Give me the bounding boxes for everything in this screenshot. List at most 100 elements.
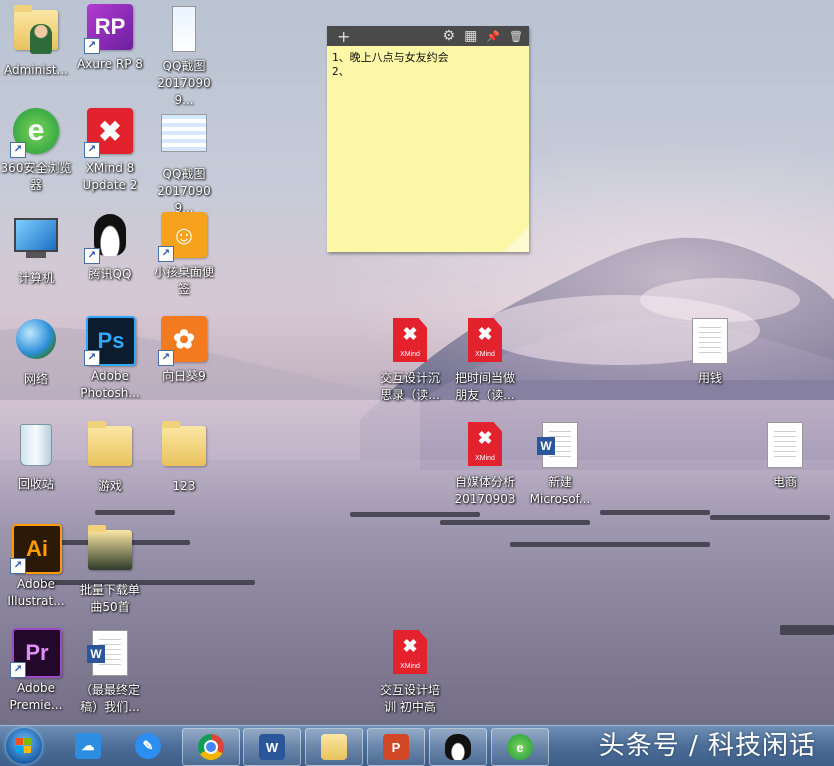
taskbar: ☁ ✎ W P e 头条号 / 科技闲话 <box>0 725 834 766</box>
xmind-file-icon: ✖ XMind <box>386 630 434 678</box>
desktop-icon-folder-123[interactable]: 123 <box>148 420 220 495</box>
desktop-icon-administrator[interactable]: Administ... <box>0 4 72 79</box>
icon-label: 用钱 <box>697 371 722 385</box>
pen-icon: ✎ <box>135 733 161 759</box>
desktop-icon-dianshang[interactable]: 电商 <box>749 420 821 491</box>
taskbar-qq[interactable] <box>429 728 487 766</box>
taskbar-360browser[interactable]: e <box>491 728 549 766</box>
delete-icon[interactable]: 🗑 <box>509 30 523 43</box>
boat <box>780 625 834 635</box>
grid-icon[interactable]: ▦ <box>464 28 477 44</box>
icon-label: 小孩桌面便签 <box>153 265 214 296</box>
desktop-icon-illustrator[interactable]: Ai ↗ Adobe Illustrat... <box>0 524 72 610</box>
desktop-icon-qq-screenshot-2[interactable]: QQ截图 20170909... <box>148 108 220 217</box>
taskbar-powerpoint[interactable]: P <box>367 728 425 766</box>
desktop-icon-network[interactable]: 网络 <box>0 316 72 388</box>
icon-label: Adobe Photosh... <box>80 369 140 400</box>
folder-icon <box>160 421 208 474</box>
desktop-icon-xmind-file[interactable]: ✖ XMind 交互设计培训 初中高 <box>374 628 446 716</box>
desktop-icon-sunflower[interactable]: ✿ ↗ 向日葵9 <box>148 316 220 385</box>
desktop-icon-qq-screenshot-1[interactable]: QQ截图 20170909... <box>148 4 220 109</box>
icon-label: 360安全浏览器 <box>0 161 72 192</box>
fish-farm <box>40 580 255 585</box>
icon-label: 自媒体分析 20170903 <box>454 475 516 506</box>
desktop-icon-xmind-file[interactable]: ✖ XMind 把时间当做 朋友（读... <box>449 316 521 404</box>
icon-label: Adobe Premie... <box>9 681 63 712</box>
start-button[interactable] <box>6 728 42 764</box>
desktop-icon-sticky-notes-app[interactable]: ☺ ↗ 小孩桌面便签 <box>148 212 220 298</box>
premiere-icon: Pr ↗ <box>10 628 62 678</box>
desktop-icon-games-folder[interactable]: 游戏 <box>74 420 146 495</box>
sticky-note-toolbar: + ⚙ ▦ 📌 🗑 <box>327 26 529 46</box>
browser-360-icon: e <box>507 734 533 760</box>
desktop-icon-batch-download[interactable]: 批量下载单 曲50首 <box>74 524 146 616</box>
icon-label: 新建 Microsof... <box>529 475 591 506</box>
pin-icon[interactable]: 📌 <box>486 30 500 43</box>
xmind-file-icon: ✖ XMind <box>461 422 509 470</box>
axure-icon: RP ↗ <box>84 4 134 54</box>
network-globe-icon <box>12 319 60 367</box>
icon-label: 计算机 <box>17 271 54 285</box>
icon-label: Axure RP 8 <box>77 57 143 71</box>
fish-farm <box>440 520 590 525</box>
taskbar-explorer[interactable] <box>305 728 363 766</box>
desktop-icon-final-doc[interactable]: W （最最终定 稿）我们... <box>74 628 146 716</box>
icon-label: 游戏 <box>97 479 122 493</box>
icon-label: Administ... <box>4 63 68 77</box>
icon-label: 把时间当做 朋友（读... <box>454 371 515 402</box>
add-note-icon[interactable]: + <box>337 27 350 46</box>
icon-label: 电商 <box>772 475 797 489</box>
icon-label: 回收站 <box>17 477 54 491</box>
taskbar-chrome[interactable] <box>182 728 240 766</box>
text-file-icon <box>761 422 809 470</box>
word-document-icon: W <box>536 422 584 470</box>
desktop: Administ... e ↗ 360安全浏览器 计算机 网络 回收站 Ai ↗… <box>0 0 834 725</box>
word-document-icon: W <box>86 630 134 678</box>
browser-360-icon: e ↗ <box>10 108 60 158</box>
taskbar-word[interactable]: W <box>243 728 301 766</box>
page-curl <box>503 226 529 252</box>
desktop-icon-360browser[interactable]: e ↗ 360安全浏览器 <box>0 108 72 194</box>
desktop-icon-xmind8[interactable]: ✖ ↗ XMind 8 Update 2 <box>74 108 146 194</box>
desktop-icon-axure[interactable]: RP ↗ Axure RP 8 <box>74 4 146 73</box>
icon-label: 批量下载单 曲50首 <box>79 583 140 614</box>
desktop-icon-photoshop[interactable]: Ps ↗ Adobe Photosh... <box>74 316 146 402</box>
desktop-icon-premiere[interactable]: Pr ↗ Adobe Premie... <box>0 628 72 714</box>
desktop-icon-xmind-file[interactable]: ✖ XMind 交互设计沉 思录（读... <box>374 316 446 404</box>
settings-icon[interactable]: ⚙ <box>443 28 456 44</box>
fish-farm <box>710 515 830 520</box>
icon-label: QQ截图 20170909... <box>157 59 211 107</box>
taskbar-note-app[interactable]: ✎ <box>120 728 176 764</box>
icon-label: QQ截图 20170909... <box>157 167 211 215</box>
icon-label: 交互设计沉 思录（读... <box>379 371 440 402</box>
desktop-icon-recycle-bin[interactable]: 回收站 <box>0 420 72 493</box>
icon-label: 网络 <box>23 372 48 386</box>
icon-label: Adobe Illustrat... <box>7 577 65 608</box>
computer-icon <box>12 218 60 266</box>
xmind-icon: ✖ ↗ <box>84 108 134 158</box>
word-icon: W <box>259 734 285 760</box>
fish-farm <box>510 542 710 547</box>
taskbar-baidu-cloud[interactable]: ☁ <box>60 728 116 764</box>
desktop-icon-yongqian[interactable]: 用钱 <box>674 316 746 387</box>
user-folder-icon <box>12 5 60 58</box>
photoshop-icon: Ps ↗ <box>84 316 136 366</box>
icon-label: 向日葵9 <box>162 369 206 383</box>
sticky-note-text[interactable]: 1、晚上八点与女友约会 2、 <box>327 46 529 84</box>
icon-label: 腾讯QQ <box>88 267 132 281</box>
fish-farm <box>95 510 175 515</box>
sunflower-icon: ✿ ↗ <box>158 316 208 366</box>
desktop-icon-new-word-doc[interactable]: W 新建 Microsof... <box>524 420 596 508</box>
icon-label: （最最终定 稿）我们... <box>79 683 140 714</box>
recycle-bin-icon <box>12 424 60 472</box>
image-file-icon <box>160 114 208 162</box>
desktop-icon-tencent-qq[interactable]: ↗ 腾讯QQ <box>74 212 146 283</box>
image-file-icon <box>160 6 208 54</box>
desktop-icon-computer[interactable]: 计算机 <box>0 212 72 287</box>
xmind-file-icon: ✖ XMind <box>386 318 434 366</box>
icon-label: 交互设计培训 初中高 <box>379 683 440 714</box>
xmind-file-icon: ✖ XMind <box>461 318 509 366</box>
desktop-icon-xmind-file[interactable]: ✖ XMind 自媒体分析 20170903 <box>449 420 521 508</box>
sticky-note[interactable]: + ⚙ ▦ 📌 🗑 1、晚上八点与女友约会 2、 <box>327 26 529 252</box>
sticky-app-icon: ☺ ↗ <box>158 212 208 262</box>
